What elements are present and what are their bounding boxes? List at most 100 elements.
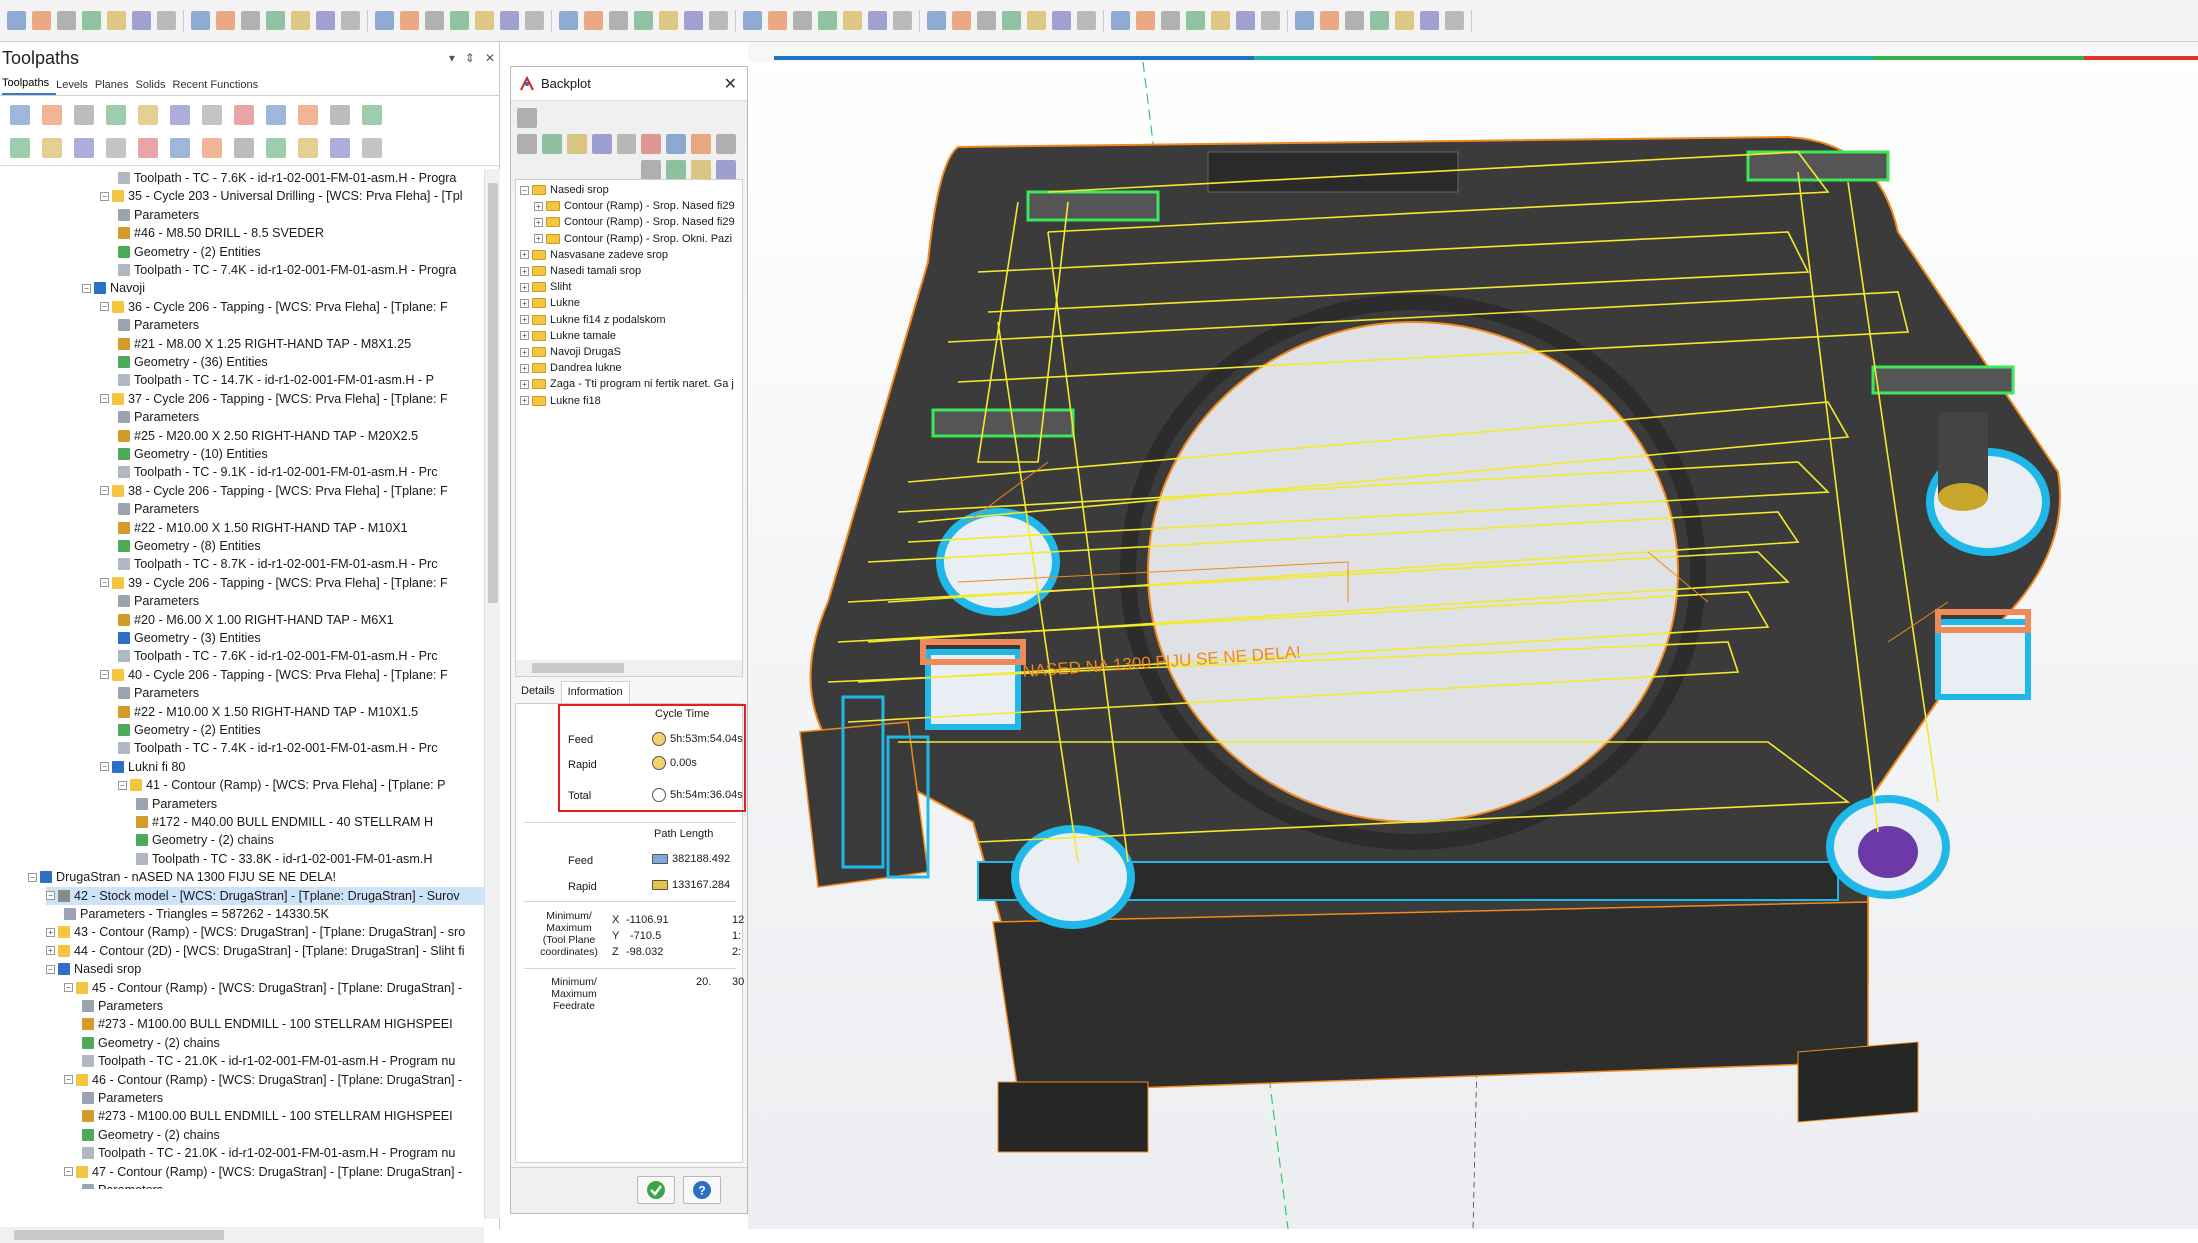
pin-icon[interactable]: ⇕ — [465, 51, 475, 65]
tree-item[interactable]: Toolpath - TC - 14.7K - id-r1-02-001-FM-… — [118, 371, 434, 389]
tree-item[interactable]: − 38 - Cycle 206 - Tapping - [WCS: Prva F… — [100, 482, 448, 500]
toolbar-tool-icon[interactable] — [684, 11, 703, 30]
toolbar-tool-icon[interactable] — [868, 11, 887, 30]
expand-icon[interactable]: + — [534, 217, 543, 227]
backplot-tool-icon[interactable] — [666, 134, 687, 154]
tree-item[interactable]: #21 - M8.00 X 1.25 RIGHT-HAND TAP - M8X1… — [118, 335, 411, 353]
tree-item[interactable]: − Lukni fi 80 — [100, 758, 185, 776]
expand-icon[interactable]: + — [520, 250, 529, 260]
toolpath-tool-icon[interactable] — [298, 137, 318, 158]
backplot-tree-item[interactable]: + Navoji DrugaS — [520, 344, 621, 360]
toolbar-tool-icon[interactable] — [952, 11, 971, 30]
toolbar-tool-icon[interactable] — [157, 11, 176, 30]
toolbar-tool-icon[interactable] — [609, 11, 628, 30]
tree-item[interactable]: − 47 - Contour (Ramp) - [WCS: DrugaStran]… — [64, 1163, 462, 1181]
collapse-icon[interactable]: − — [100, 191, 109, 201]
toolbar-tool-icon[interactable] — [400, 11, 419, 30]
toolpath-tool-icon[interactable] — [10, 104, 30, 125]
toolpath-tool-icon[interactable] — [42, 137, 62, 158]
tree-item[interactable]: Geometry - (2) chains — [82, 1126, 220, 1144]
toolbar-tool-icon[interactable] — [266, 11, 285, 30]
backplot-tool-icon[interactable] — [691, 134, 712, 154]
toolbar-tool-icon[interactable] — [584, 11, 603, 30]
tree-item[interactable]: Geometry - (2) chains — [136, 831, 274, 849]
backplot-tree-item[interactable]: + Nasvasane zadeve srop — [520, 247, 668, 263]
backplot-tool-icon[interactable] — [566, 134, 587, 154]
toolpath-tool-icon[interactable] — [362, 137, 382, 158]
backplot-tool-icon[interactable] — [716, 160, 736, 180]
tree-item[interactable]: #20 - M6.00 X 1.00 RIGHT-HAND TAP - M6X1 — [118, 611, 394, 629]
toolpath-tool-icon[interactable] — [74, 137, 94, 158]
backplot-tree-item[interactable]: + Nasedi tamali srop — [520, 263, 641, 279]
tree-item[interactable]: − 42 - Stock model - [WCS: DrugaStran] - … — [46, 886, 484, 905]
toolbar-tool-icon[interactable] — [634, 11, 653, 30]
tree-item[interactable]: − 39 - Cycle 206 - Tapping - [WCS: Prva F… — [100, 574, 448, 592]
tree-item[interactable]: +44 - Contour (2D) - [WCS: DrugaStran] -… — [46, 942, 465, 960]
graphics-viewport[interactable]: NASED NA 1300 FIJU SE NE DELA! — [748, 42, 2198, 1229]
toolbar-tool-icon[interactable] — [1320, 11, 1339, 30]
toolbar-tool-icon[interactable] — [768, 11, 787, 30]
collapse-icon[interactable]: − — [100, 486, 109, 496]
toolbar-tool-icon[interactable] — [1186, 11, 1205, 30]
tree-item[interactable]: Parameters - Triangles = 587262 - 14330.… — [64, 905, 329, 923]
tree-item[interactable]: Toolpath - TC - 21.0K - id-r1-02-001-FM-… — [82, 1144, 455, 1162]
tree-item[interactable]: Geometry - (10) Entities — [118, 445, 268, 463]
tree-item[interactable]: Parameters — [118, 316, 199, 334]
tree-item[interactable]: Parameters — [118, 684, 199, 702]
toolbar-tool-icon[interactable] — [500, 11, 519, 30]
toolpath-tool-icon[interactable] — [42, 104, 62, 125]
tree-item[interactable]: − 37 - Cycle 206 - Tapping - [WCS: Prva F… — [100, 390, 448, 408]
backplot-tree-item[interactable]: + Dandrea lukne — [520, 360, 622, 376]
tree-item[interactable]: − 40 - Cycle 206 - Tapping - [WCS: Prva F… — [100, 666, 448, 684]
collapse-icon[interactable]: − — [520, 185, 529, 195]
tab-information[interactable]: Information — [560, 681, 630, 703]
tree-item[interactable]: Parameters — [82, 1089, 163, 1107]
toolpath-tool-icon[interactable] — [74, 104, 94, 125]
backplot-tool-icon[interactable] — [716, 134, 737, 154]
backplot-tool-icon[interactable] — [541, 134, 562, 154]
toolpath-tool-icon[interactable] — [330, 137, 350, 158]
tree-item[interactable]: Geometry - (2) Entities — [118, 721, 261, 739]
toolpath-tool-icon[interactable] — [138, 104, 158, 125]
tree-item[interactable]: Toolpath - TC - 21.0K - id-r1-02-001-FM-… — [82, 1052, 455, 1070]
toolbar-tool-icon[interactable] — [525, 11, 544, 30]
toolbar-tool-icon[interactable] — [743, 11, 762, 30]
backplot-tree-item[interactable]: + Sliht — [520, 279, 571, 295]
toolbar-tool-icon[interactable] — [241, 11, 260, 30]
tree-item[interactable]: Geometry - (3) Entities — [118, 629, 261, 647]
backplot-tool-icon[interactable] — [517, 108, 537, 128]
expand-icon[interactable]: + — [534, 234, 543, 244]
expand-icon[interactable]: + — [520, 315, 529, 325]
toolbar-tool-icon[interactable] — [475, 11, 494, 30]
toolpath-tool-icon[interactable] — [106, 137, 126, 158]
toolbar-tool-icon[interactable] — [216, 11, 235, 30]
collapse-icon[interactable]: − — [64, 1075, 73, 1085]
toolpath-tool-icon[interactable] — [330, 104, 350, 125]
tree-item[interactable]: − Nasedi srop — [46, 960, 141, 978]
tree-item[interactable]: Parameters — [82, 997, 163, 1015]
toolbar-tool-icon[interactable] — [1261, 11, 1280, 30]
toolpath-tool-icon[interactable] — [266, 104, 286, 125]
toolpath-tool-icon[interactable] — [234, 137, 254, 158]
backplot-tree-item[interactable]: + Zaga - Tti program ni fertik naret. Ga … — [520, 376, 734, 392]
backplot-tool-icon[interactable] — [517, 134, 537, 154]
collapse-icon[interactable]: − — [46, 891, 55, 901]
collapse-icon[interactable]: − — [100, 578, 109, 588]
tree-item[interactable]: #22 - M10.00 X 1.50 RIGHT-HAND TAP - M10… — [118, 519, 408, 537]
tree-item[interactable]: − 35 - Cycle 203 - Universal Drilling - [… — [100, 187, 463, 205]
tree-item[interactable]: Parameters — [136, 795, 217, 813]
toolbar-tool-icon[interactable] — [1345, 11, 1364, 30]
toolbar-tool-icon[interactable] — [1161, 11, 1180, 30]
tree-item[interactable]: #25 - M20.00 X 2.50 RIGHT-HAND TAP - M20… — [118, 427, 418, 445]
toolbar-tool-icon[interactable] — [1236, 11, 1255, 30]
ok-button[interactable] — [637, 1176, 675, 1204]
expand-icon[interactable]: + — [46, 946, 55, 956]
collapse-icon[interactable]: − — [28, 872, 37, 882]
toolbar-tool-icon[interactable] — [341, 11, 360, 30]
toolpath-tool-icon[interactable] — [170, 104, 190, 125]
toolbar-tool-icon[interactable] — [1027, 11, 1046, 30]
scroll-thumb[interactable] — [14, 1230, 224, 1240]
collapse-icon[interactable]: − — [64, 983, 73, 993]
toolbar-tool-icon[interactable] — [191, 11, 210, 30]
toolbar-tool-icon[interactable] — [793, 11, 812, 30]
